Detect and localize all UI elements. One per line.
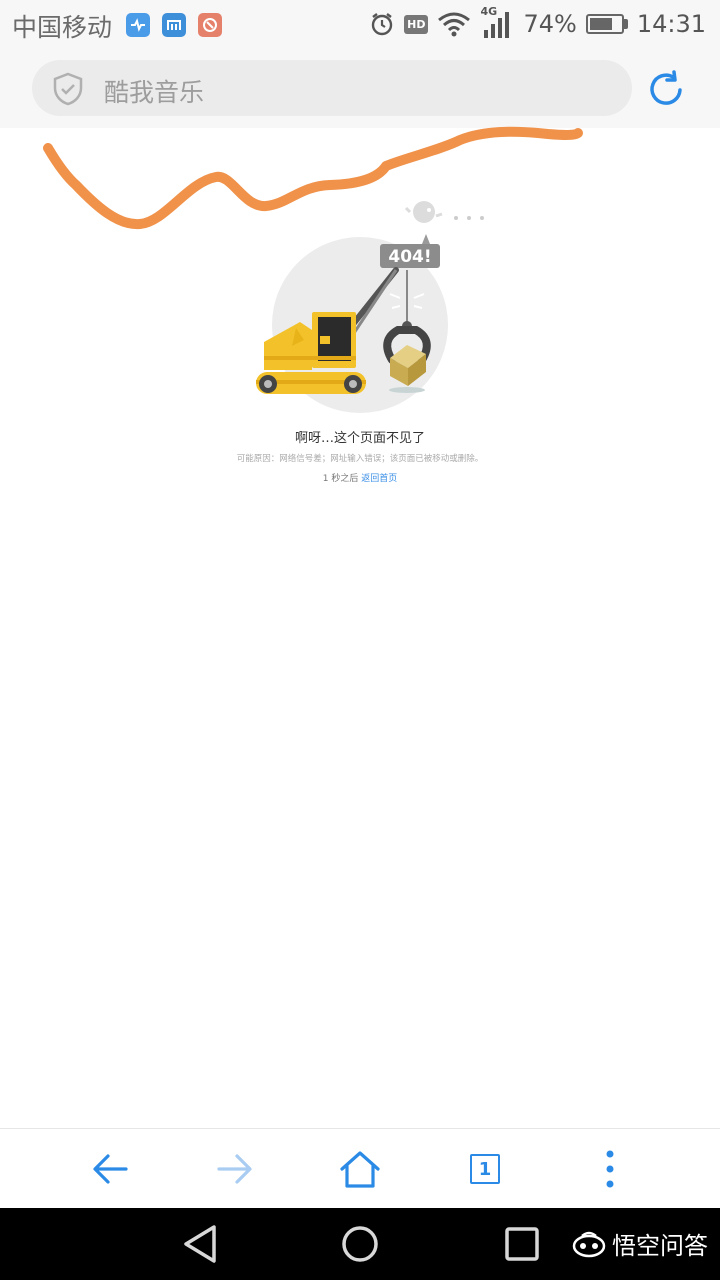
bird-icon: [404, 201, 484, 223]
more-vertical-icon: [606, 1150, 614, 1188]
svg-text:404!: 404!: [388, 247, 431, 267]
status-bar: 中国移动 HD 4G 74% 14:31: [0, 0, 720, 48]
error-code-sign: 404!: [380, 234, 440, 268]
crane-404-illustration: 404!: [256, 201, 484, 413]
error-reasons: 可能原因：网络信号差；网址输入错误；该页面已被移动或删除。: [236, 454, 484, 464]
browser-toolbar: 1: [0, 1128, 720, 1209]
nav-recents-icon[interactable]: [502, 1222, 542, 1266]
url-text: 酷我音乐: [104, 78, 205, 107]
maxthon-app-icon: [162, 13, 186, 37]
carrier-label: 中国移动: [12, 13, 113, 42]
health-app-icon: [126, 13, 150, 37]
address-bar: 酷我音乐: [0, 48, 720, 128]
redirect-line: 1 秒之后 返回首页: [0, 471, 720, 484]
cell-signal-icon: 4G: [480, 5, 514, 40]
alarm-icon: [371, 13, 393, 36]
clock: 14:31: [636, 10, 706, 38]
battery-icon: [585, 14, 628, 34]
arrow-left-icon: [93, 1154, 128, 1184]
security-shield-icon: [53, 72, 83, 106]
nav-back-icon[interactable]: [180, 1222, 220, 1266]
menu-button[interactable]: [586, 1147, 634, 1191]
system-nav-bar: 悟空问答: [0, 1208, 720, 1280]
nav-home-icon[interactable]: [340, 1222, 380, 1266]
home-button[interactable]: [336, 1147, 384, 1191]
tabs-button[interactable]: 1: [461, 1147, 509, 1191]
tab-count: 1: [470, 1154, 500, 1184]
forward-button[interactable]: [211, 1147, 259, 1191]
countdown-text: 1 秒之后: [322, 474, 359, 484]
url-input[interactable]: 酷我音乐: [32, 60, 632, 116]
back-button[interactable]: [86, 1147, 134, 1191]
home-icon: [340, 1151, 380, 1188]
wifi-icon: [438, 12, 471, 37]
arrow-right-icon: [217, 1154, 252, 1184]
error-title: 啊呀…这个页面不见了: [294, 431, 425, 446]
back-home-link[interactable]: 返回首页: [361, 474, 397, 484]
watermark-text: 悟空问答: [612, 1232, 708, 1260]
wukong-logo-icon: [572, 1231, 606, 1257]
battery-percent: 74%: [523, 10, 577, 38]
refresh-icon[interactable]: [646, 68, 688, 110]
hd-badge: HD: [404, 14, 429, 34]
status-icons: HD 4G 74% 14:31: [369, 5, 706, 42]
wukong-watermark: 悟空问答: [572, 1226, 708, 1261]
tools-app-icon: [198, 13, 222, 37]
